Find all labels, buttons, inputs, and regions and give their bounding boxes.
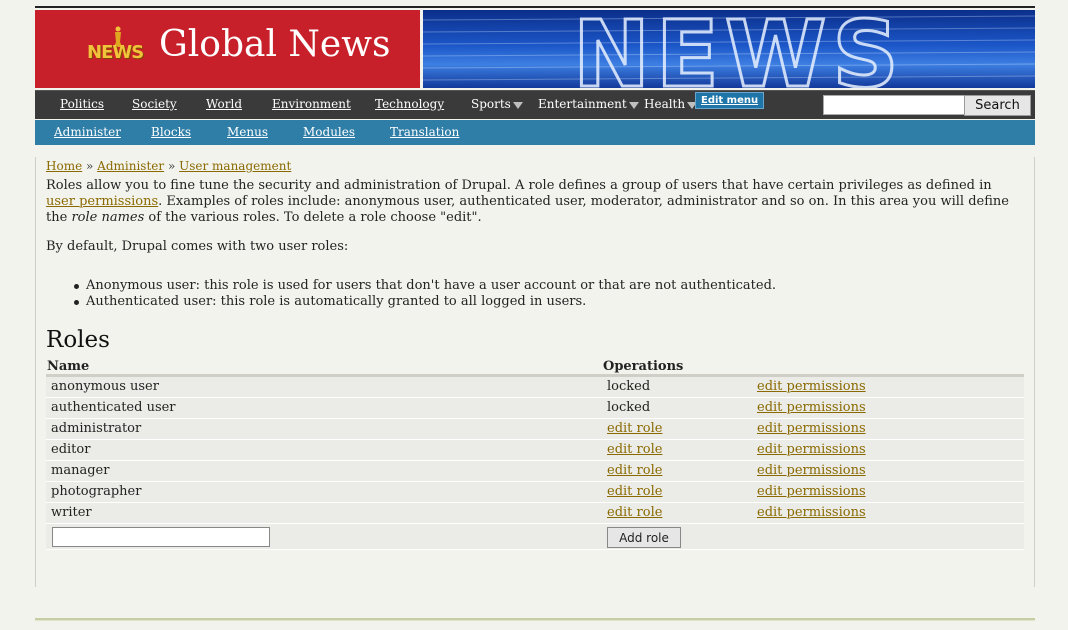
role-name: anonymous user [51, 379, 159, 394]
roles-heading: Roles [46, 327, 110, 353]
breadcrumb-separator: » [167, 159, 176, 173]
nav-item-technology[interactable]: Technology [375, 97, 444, 111]
secondary-nav-menus[interactable]: Menus [227, 125, 268, 139]
search-input[interactable] [823, 95, 965, 115]
column-header-name: Name [47, 359, 90, 374]
primary-nav: Politics Society World Environment Techn… [35, 90, 1035, 119]
secondary-nav-translation[interactable]: Translation [390, 125, 459, 139]
edit-role-link[interactable]: edit role [607, 463, 662, 478]
breadcrumb: Home » Administer » User management [46, 159, 291, 173]
intro-text: of the various roles. To delete a role c… [144, 210, 482, 225]
nav-item-label: Entertainment [538, 97, 627, 111]
edit-permissions-link[interactable]: edit permissions [757, 505, 866, 520]
edit-role-link[interactable]: edit role [607, 505, 662, 520]
role-name: authenticated user [51, 400, 176, 415]
list-item: Authenticated user: this role is automat… [73, 294, 776, 310]
secondary-nav-administer[interactable]: Administer [54, 125, 121, 139]
logo-text: NEWS [87, 42, 144, 63]
edit-permissions-link[interactable]: edit permissions [757, 421, 866, 436]
nav-item-label: Sports [471, 97, 511, 111]
dropdown-arrow-icon [512, 102, 523, 109]
edit-role-link[interactable]: edit role [607, 421, 662, 436]
breadcrumb-user-management[interactable]: User management [179, 159, 291, 173]
edit-menu-link[interactable]: Edit menu [695, 92, 765, 109]
nav-item-world[interactable]: World [206, 97, 242, 111]
edit-permissions-link[interactable]: edit permissions [757, 379, 866, 394]
role-name: editor [51, 442, 91, 457]
roles-table: Name Operations anonymous user locked ed… [46, 359, 1024, 550]
nav-item-sports[interactable]: Sports [471, 97, 523, 111]
role-locked: locked [607, 379, 651, 394]
default-roles-list: Anonymous user: this role is used for us… [73, 278, 777, 310]
add-role-button[interactable]: Add role [607, 527, 681, 548]
news-banner-graphic: NEWS [423, 10, 1035, 88]
dropdown-arrow-icon [628, 102, 639, 109]
nav-item-politics[interactable]: Politics [60, 97, 104, 111]
table-row: anonymous user locked edit permissions [46, 377, 1024, 398]
secondary-nav-blocks[interactable]: Blocks [151, 125, 191, 139]
nav-item-health[interactable]: Health [644, 97, 698, 111]
intro-paragraph: Roles allow you to fine tune the securit… [46, 178, 1021, 226]
nav-item-entertainment[interactable]: Entertainment [538, 97, 639, 111]
site-title[interactable]: Global News [159, 24, 391, 65]
breadcrumb-administer[interactable]: Administer [97, 159, 164, 173]
site-banner: NEWS Global News NEWS [35, 10, 1035, 88]
main-content: Home » Administer » User management Role… [35, 157, 1035, 587]
nav-item-label: Health [644, 97, 686, 111]
role-name: administrator [51, 421, 142, 436]
nav-item-society[interactable]: Society [132, 97, 177, 111]
role-name: photographer [51, 484, 142, 499]
footer-rule [35, 618, 1035, 621]
breadcrumb-separator: » [86, 159, 94, 173]
banner-image: NEWS [423, 10, 1035, 88]
edit-role-link[interactable]: edit role [607, 484, 662, 499]
column-header-operations: Operations [603, 359, 684, 374]
table-row: editor edit role edit permissions [46, 440, 1024, 461]
nav-item-environment[interactable]: Environment [272, 97, 351, 111]
table-row: manager edit role edit permissions [46, 461, 1024, 482]
intro-text: Roles allow you to fine tune the securit… [46, 178, 992, 193]
table-row: photographer edit role edit permissions [46, 482, 1024, 503]
new-role-name-input[interactable] [52, 527, 270, 547]
edit-permissions-link[interactable]: edit permissions [757, 463, 866, 478]
table-row: writer edit role edit permissions [46, 503, 1024, 524]
default-roles-text: By default, Drupal comes with two user r… [46, 239, 349, 254]
list-item: Anonymous user: this role is used for us… [73, 278, 777, 293]
intro-emphasis: role names [71, 210, 145, 225]
banner-word: NEWS [573, 10, 905, 88]
secondary-nav: Administer Blocks Menus Modules Translat… [35, 120, 1035, 145]
role-locked: locked [607, 400, 651, 415]
edit-role-link[interactable]: edit role [607, 442, 662, 457]
site-logo[interactable]: NEWS [87, 26, 145, 70]
secondary-nav-modules[interactable]: Modules [303, 125, 355, 139]
edit-permissions-link[interactable]: edit permissions [757, 442, 866, 457]
table-row: authenticated user locked edit permissio… [46, 398, 1024, 419]
user-permissions-link[interactable]: user permissions [46, 194, 158, 209]
top-rule [35, 6, 1035, 8]
table-header: Name Operations [46, 359, 1024, 377]
banner-red-panel: NEWS Global News [35, 10, 420, 88]
table-row: administrator edit role edit permissions [46, 419, 1024, 440]
breadcrumb-home[interactable]: Home [46, 159, 82, 173]
edit-permissions-link[interactable]: edit permissions [757, 484, 866, 499]
edit-permissions-link[interactable]: edit permissions [757, 400, 866, 415]
role-name: writer [51, 505, 92, 520]
role-name: manager [51, 463, 110, 478]
search-button[interactable]: Search [964, 95, 1031, 116]
add-role-row: Add role [46, 524, 1024, 550]
